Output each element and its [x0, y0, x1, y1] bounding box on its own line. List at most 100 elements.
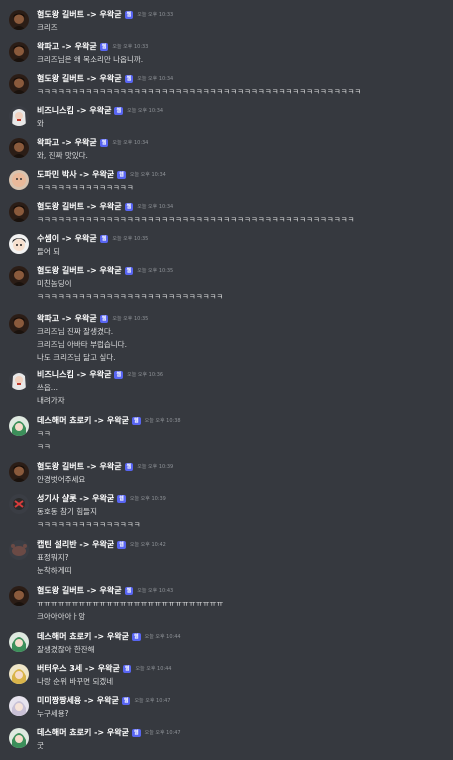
message-header: 비즈니스킴 -> 우왁굳 웹 오늘 오후 10:34: [37, 104, 163, 117]
web-badge: 웹: [124, 266, 134, 275]
message-text: ㅋㅋ: [37, 442, 51, 451]
avatar-green[interactable]: [9, 728, 29, 748]
message-header: 데스해머 쵸로키 -> 우왁굳 웹 오늘 오후 10:38: [37, 414, 181, 427]
web-badge: 웹: [124, 586, 134, 595]
chat-message: 데스해머 쵸로키 -> 우왁굳 웹 오늘 오후 10:38 ㅋㅋ ㅋㅋ: [0, 414, 453, 453]
web-badge: 웹: [99, 42, 109, 51]
chat-message: 비즈니스킴 -> 우왁굳 웹 오늘 오후 10:36 쓰읍... 내려가자: [0, 368, 453, 407]
chat-message: 왁파고 -> 우왁굳 웹 오늘 오후 10:33 크리즈님은 왜 목소리만 나옵니까.: [0, 40, 453, 66]
message-author[interactable]: 미미짱짱세용 -> 우왁굳: [37, 695, 119, 706]
avatar-dark[interactable]: [9, 462, 29, 482]
chat-message: 혐도왕 길버트 -> 우왁굳 웹 오늘 오후 10:34 ㅋㅋㅋㅋㅋㅋㅋㅋㅋㅋㅋㅋㅋㅋ…: [0, 200, 453, 226]
chat-message: 도파민 박사 -> 우왁굳 웹 오늘 오후 10:34 ㅋㅋㅋㅋㅋㅋㅋㅋㅋㅋㅋㅋㅋㅋ: [0, 168, 453, 194]
message-author[interactable]: 혐도왕 길버트 -> 우왁굳: [37, 265, 122, 276]
message-timestamp: 오늘 오후 10:44: [135, 666, 172, 672]
message-header: 혐도왕 길버트 -> 우왁굳 웹 오늘 오후 10:35: [37, 264, 173, 277]
message-author[interactable]: 캡틴 설리반 -> 우왁굳: [37, 539, 114, 550]
message-text: 눈착하게띠: [37, 566, 72, 575]
avatar-dark[interactable]: [9, 74, 29, 94]
message-header: 버터우스 3세 -> 우왁굳 웹 오늘 오후 10:44: [37, 662, 171, 675]
avatar-dark[interactable]: [9, 202, 29, 222]
message-text: 나랑 순위 바꾸면 되겠네: [37, 677, 114, 686]
web-badge: 웹: [131, 416, 141, 425]
message-author[interactable]: 왁파고 -> 우왁굳: [37, 41, 97, 52]
chat-message: 비즈니스킴 -> 우왁굳 웹 오늘 오후 10:34 와: [0, 104, 453, 130]
web-badge: 웹: [121, 696, 131, 705]
web-badge: 웹: [117, 494, 126, 503]
message-author[interactable]: 혐도왕 길버트 -> 우왁굳: [37, 73, 122, 84]
chat-message: 혐도왕 길버트 -> 우왁굳 웹 오늘 오후 10:34 ㅋㅋㅋㅋㅋㅋㅋㅋㅋㅋㅋㅋㅋㅋ…: [0, 72, 453, 98]
message-text: 미친놈딩이: [37, 279, 72, 288]
message-header: 왁파고 -> 우왁굳 웹 오늘 오후 10:35: [37, 312, 148, 325]
message-author[interactable]: 왁파고 -> 우왁굳: [37, 137, 97, 148]
message-text: 굿: [37, 741, 44, 750]
message-text: ㅋㅋㅋㅋㅋㅋㅋㅋㅋㅋㅋㅋㅋㅋㅋㅋㅋㅋㅋㅋㅋㅋㅋㅋㅋㅋㅋㅋㅋㅋㅋㅋㅋㅋㅋㅋㅋㅋㅋㅋ…: [37, 215, 355, 224]
chat-message: 혐도왕 길버트 -> 우왁굳 웹 오늘 오후 10:43 ㅠㅠㅠㅠㅠㅠㅠㅠㅠㅠㅠㅠㅠㅠ…: [0, 584, 453, 623]
message-timestamp: 오늘 오후 10:36: [127, 372, 164, 378]
avatar-yellow[interactable]: [9, 664, 29, 684]
web-badge: 웹: [131, 728, 141, 737]
avatar-face[interactable]: [9, 234, 29, 254]
chat-message: 왁파고 -> 우왁굳 웹 오늘 오후 10:35 크리즈님 진짜 잘생겼다. 크리즈님 …: [0, 312, 453, 364]
avatar-crab[interactable]: [9, 540, 29, 560]
message-author[interactable]: 버터우스 3세 -> 우왁굳: [37, 663, 120, 674]
web-badge: 웹: [99, 314, 109, 323]
message-timestamp: 오늘 오후 10:34: [137, 76, 174, 82]
message-timestamp: 오늘 오후 10:39: [137, 464, 174, 470]
message-author[interactable]: 혐도왕 길버트 -> 우왁굳: [37, 585, 122, 596]
chat-message: 성기사 샬롯 -> 우왁굳 웹 오늘 오후 10:39 동호동 참기 힘들지 ㅋㅋㅋㅋㅋ…: [0, 492, 453, 531]
avatar-red[interactable]: [9, 494, 29, 514]
message-text: ㅋㅋㅋㅋㅋㅋㅋㅋㅋㅋㅋㅋㅋㅋㅋㅋㅋㅋㅋㅋㅋㅋㅋㅋㅋㅋㅋ: [37, 292, 224, 301]
message-text: ㅠㅠㅠㅠㅠㅠㅠㅠㅠㅠㅠㅠㅠㅠㅠㅠㅠㅠㅠㅠㅠㅠㅠㅠㅠㅠㅠ: [37, 599, 224, 608]
avatar-bald[interactable]: [9, 170, 29, 190]
message-author[interactable]: 혐도왕 길버트 -> 우왁굳: [37, 201, 122, 212]
message-text: 크리즈님은 왜 목소리만 나옵니까.: [37, 55, 144, 64]
message-author[interactable]: 비즈니스킴 -> 우왁굳: [37, 369, 111, 380]
message-author[interactable]: 데스해머 쵸로키 -> 우왁굳: [37, 631, 129, 642]
web-badge: 웹: [114, 106, 124, 115]
avatar-dark[interactable]: [9, 42, 29, 62]
message-header: 혐도왕 길버트 -> 우왁굳 웹 오늘 오후 10:33: [37, 8, 173, 21]
web-badge: 웹: [99, 234, 109, 243]
avatar-dark[interactable]: [9, 586, 29, 606]
message-timestamp: 오늘 오후 10:33: [137, 12, 174, 18]
message-author[interactable]: 혐도왕 길버트 -> 우왁굳: [37, 461, 122, 472]
message-text: ㅋㅋㅋㅋㅋㅋㅋㅋㅋㅋㅋㅋㅋㅋㅋㅋㅋㅋㅋㅋㅋㅋㅋㅋㅋㅋㅋㅋㅋㅋㅋㅋㅋㅋㅋㅋㅋㅋㅋㅋ…: [37, 87, 362, 96]
message-author[interactable]: 도파민 박사 -> 우왁굳: [37, 169, 114, 180]
message-timestamp: 오늘 오후 10:35: [137, 268, 174, 274]
message-author[interactable]: 성기사 샬롯 -> 우왁굳: [37, 493, 114, 504]
avatar-green[interactable]: [9, 632, 29, 652]
message-text: ㅋㅋㅋㅋㅋㅋㅋㅋㅋㅋㅋㅋㅋㅋㅋ: [37, 520, 141, 529]
message-text: ㅋㅋ: [37, 429, 51, 438]
message-header: 왁파고 -> 우왁굳 웹 오늘 오후 10:33: [37, 40, 148, 53]
avatar-white-hair[interactable]: [9, 370, 29, 390]
message-author[interactable]: 데스해머 쵸로키 -> 우왁굳: [37, 727, 129, 738]
avatar-dark[interactable]: [9, 266, 29, 286]
avatar-dark[interactable]: [9, 138, 29, 158]
message-text: 크아아아아ㅏ앙: [37, 612, 86, 621]
avatar-dark[interactable]: [9, 10, 29, 30]
message-author[interactable]: 수셈이 -> 우왁굳: [37, 233, 97, 244]
message-author[interactable]: 혐도왕 길버트 -> 우왁굳: [37, 9, 122, 20]
message-text: 내려가자: [37, 396, 65, 405]
avatar-white-hair[interactable]: [9, 106, 29, 126]
chat-message: 미미짱짱세용 -> 우왁굳 웹 오늘 오후 10:47 누구세용?: [0, 694, 453, 720]
web-badge: 웹: [124, 462, 134, 471]
chat-message: 혐도왕 길버트 -> 우왁굳 웹 오늘 오후 10:39 안경벗어주세요: [0, 460, 453, 486]
message-text: 표정뭐지?: [37, 553, 69, 562]
message-author[interactable]: 데스해머 쵸로키 -> 우왁굳: [37, 415, 129, 426]
message-timestamp: 오늘 오후 10:35: [112, 236, 149, 242]
web-badge: 웹: [99, 138, 109, 147]
message-text: 들어 되: [37, 247, 61, 256]
message-timestamp: 오늘 오후 10:34: [137, 204, 174, 210]
message-timestamp: 오늘 오후 10:43: [137, 588, 174, 594]
avatar-pale[interactable]: [9, 696, 29, 716]
message-author[interactable]: 왁파고 -> 우왁굳: [37, 313, 97, 324]
message-author[interactable]: 비즈니스킴 -> 우왁굳: [37, 105, 111, 116]
chat-message-list[interactable]: 혐도왕 길버트 -> 우왁굳 웹 오늘 오후 10:33 크리즈 왁파고 -> 우왁굳 웹…: [0, 0, 453, 760]
message-timestamp: 오늘 오후 10:44: [144, 634, 181, 640]
message-text: 와: [37, 119, 44, 128]
message-header: 미미짱짱세용 -> 우왁굳 웹 오늘 오후 10:47: [37, 694, 170, 707]
avatar-green[interactable]: [9, 416, 29, 436]
avatar-dark[interactable]: [9, 314, 29, 334]
